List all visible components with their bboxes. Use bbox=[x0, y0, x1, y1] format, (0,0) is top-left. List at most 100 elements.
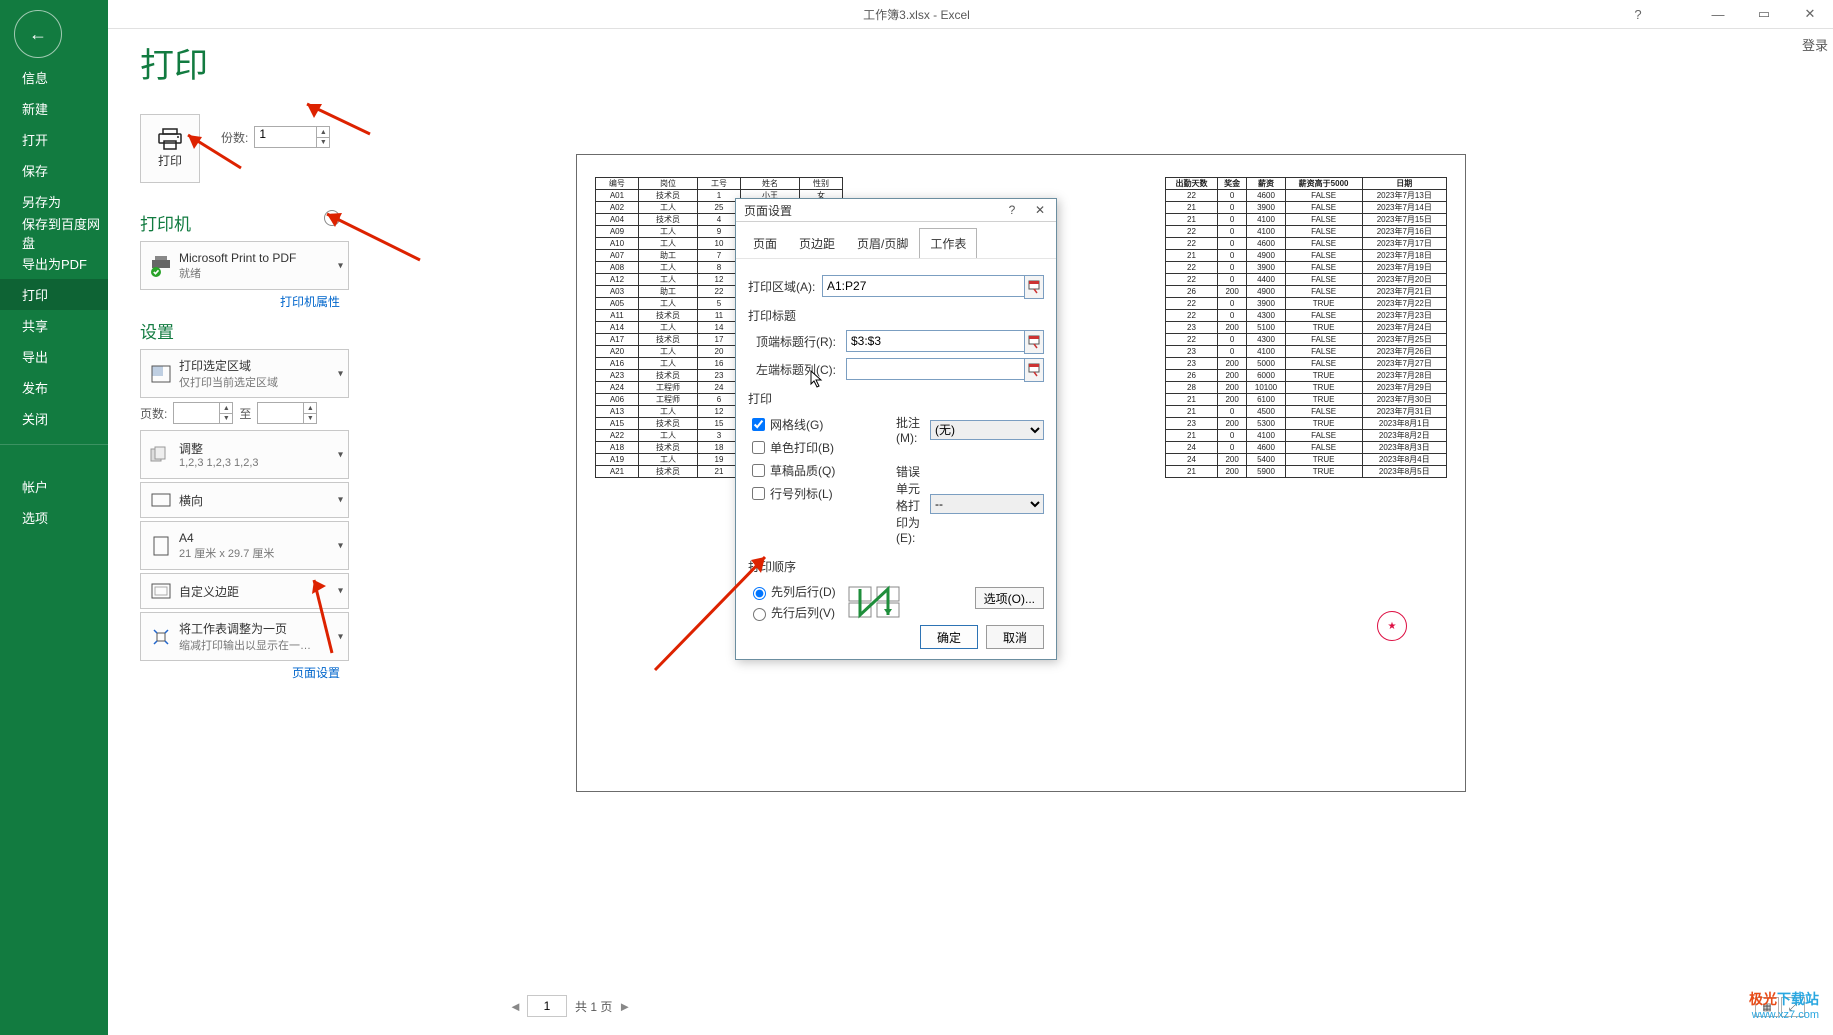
sidebar-item-0[interactable]: 信息 bbox=[0, 62, 108, 93]
watermark-url: www.xz7.com bbox=[1749, 1009, 1819, 1021]
print-button-label: 打印 bbox=[158, 152, 182, 169]
print-settings-column: 打印 bbox=[140, 114, 340, 183]
sidebar-item-2[interactable]: 打开 bbox=[0, 124, 108, 155]
ok-button[interactable]: 确定 bbox=[920, 625, 978, 649]
minimize-button[interactable]: — bbox=[1695, 0, 1741, 28]
sidebar-item-account[interactable]: 帐户 bbox=[0, 471, 108, 502]
sidebar-item-7[interactable]: 打印 bbox=[0, 279, 108, 310]
pages-to-input[interactable]: ▲▼ bbox=[257, 402, 317, 424]
dialog-tab-2[interactable]: 页眉/页脚 bbox=[846, 228, 919, 258]
stamp-icon: ★ bbox=[1377, 611, 1407, 641]
landscape-icon bbox=[147, 486, 175, 514]
back-button[interactable]: ← bbox=[14, 10, 62, 58]
sidebar-item-9[interactable]: 导出 bbox=[0, 341, 108, 372]
current-page-input[interactable] bbox=[527, 995, 567, 1017]
range-ref-icon bbox=[1028, 363, 1040, 377]
copies-spinner[interactable]: 1 ▲ ▼ bbox=[254, 126, 330, 148]
pages-to-label: 至 bbox=[239, 405, 251, 422]
print-area-dropdown[interactable]: 打印选定区域 仅打印当前选定区域 ▾ bbox=[140, 349, 349, 398]
print-button[interactable]: 打印 bbox=[140, 114, 200, 183]
comments-select[interactable]: (无) bbox=[930, 420, 1044, 440]
pages-from-input[interactable]: ▲▼ bbox=[173, 402, 233, 424]
range-picker-button[interactable] bbox=[1024, 358, 1044, 382]
page-setup-dialog: 页面设置 ? ✕ 页面页边距页眉/页脚工作表 打印区域(A): 打印标题 顶端标… bbox=[735, 198, 1057, 660]
comments-label: 批注(M): bbox=[896, 414, 930, 445]
cancel-button[interactable]: 取消 bbox=[986, 625, 1044, 649]
sidebar-item-4[interactable]: 另存为 bbox=[0, 186, 108, 217]
dialog-tabs: 页面页边距页眉/页脚工作表 bbox=[736, 222, 1056, 259]
sidebar-item-11[interactable]: 关闭 bbox=[0, 403, 108, 434]
sidebar-item-6[interactable]: 导出为PDF bbox=[0, 248, 108, 279]
dialog-tab-3[interactable]: 工作表 bbox=[919, 228, 977, 258]
dialog-titlebar: 页面设置 ? ✕ bbox=[736, 199, 1056, 222]
order-down-radio[interactable] bbox=[753, 587, 766, 600]
restore-button[interactable]: ▭ bbox=[1741, 0, 1787, 28]
info-icon[interactable]: i bbox=[324, 210, 340, 226]
page-icon bbox=[147, 532, 175, 560]
watermark-text: 极光下载站 bbox=[1749, 989, 1819, 1009]
printer-dropdown[interactable]: Microsoft Print to PDF 就绪 ▾ bbox=[140, 241, 349, 290]
spinner-down-icon[interactable]: ▼ bbox=[219, 413, 232, 423]
page-title: 打印 bbox=[140, 38, 208, 87]
copies-label: 份数: bbox=[221, 129, 248, 146]
rowcol-label: 行号列标(L) bbox=[770, 485, 833, 502]
paper-dropdown[interactable]: A4 21 厘米 x 29.7 厘米 ▾ bbox=[140, 521, 349, 570]
sidebar-item-10[interactable]: 发布 bbox=[0, 372, 108, 403]
draft-label: 草稿品质(Q) bbox=[770, 462, 835, 479]
copies-field: 份数: 1 ▲ ▼ bbox=[221, 126, 330, 148]
top-rows-label: 顶端标题行(R): bbox=[756, 333, 846, 350]
fit-page-icon bbox=[147, 623, 175, 651]
sidebar-item-options[interactable]: 选项 bbox=[0, 502, 108, 533]
chevron-down-icon: ▾ bbox=[338, 449, 343, 460]
print-order-heading: 打印顺序 bbox=[748, 558, 1044, 575]
printer-status: 就绪 bbox=[179, 265, 296, 281]
sidebar-item-3[interactable]: 保存 bbox=[0, 155, 108, 186]
settings-heading: 设置 bbox=[140, 318, 340, 343]
chevron-down-icon: ▾ bbox=[338, 540, 343, 551]
title-bar: 工作簿3.xlsx - Excel ? — ▭ ✕ bbox=[0, 0, 1833, 29]
sidebar-item-8[interactable]: 共享 bbox=[0, 310, 108, 341]
order-over-radio[interactable] bbox=[753, 608, 766, 621]
page-range-fields: 页数: ▲▼ 至 ▲▼ bbox=[140, 402, 340, 424]
prev-page-button[interactable]: ◄ bbox=[503, 996, 523, 1016]
rowcol-checkbox[interactable] bbox=[752, 487, 765, 500]
help-icon[interactable]: ? bbox=[1623, 0, 1653, 28]
margins-dropdown[interactable]: 自定义边距 ▾ bbox=[140, 573, 349, 609]
order-over-label: 先行后列(V) bbox=[771, 604, 835, 621]
dialog-body: 打印区域(A): 打印标题 顶端标题行(R): 左端标题列(C): 打印 网格线… bbox=[736, 259, 1056, 635]
sidebar-item-1[interactable]: 新建 bbox=[0, 93, 108, 124]
page-setup-link[interactable]: 页面设置 bbox=[140, 664, 340, 681]
gridlines-label: 网格线(G) bbox=[770, 416, 823, 433]
total-pages-label: 共 1 页 bbox=[575, 998, 612, 1015]
range-picker-button[interactable] bbox=[1024, 275, 1044, 299]
spinner-down-icon[interactable]: ▼ bbox=[303, 413, 316, 423]
bw-checkbox[interactable] bbox=[752, 441, 765, 454]
left-cols-input[interactable] bbox=[846, 358, 1044, 380]
close-button[interactable]: ✕ bbox=[1787, 0, 1833, 28]
range-picker-button[interactable] bbox=[1024, 330, 1044, 354]
printer-properties-link[interactable]: 打印机属性 bbox=[140, 293, 340, 310]
back-arrow-icon: ← bbox=[29, 24, 47, 45]
dialog-help-button[interactable]: ? bbox=[998, 200, 1026, 220]
dialog-tab-1[interactable]: 页边距 bbox=[788, 228, 846, 258]
chevron-down-icon: ▾ bbox=[338, 495, 343, 506]
scaling-dropdown[interactable]: 将工作表调整为一页 缩减打印输出以显示在一… ▾ bbox=[140, 612, 349, 661]
sidebar-item-5[interactable]: 保存到百度网盘 bbox=[0, 217, 108, 248]
next-page-button[interactable]: ► bbox=[612, 996, 632, 1016]
orientation-dropdown[interactable]: 横向 ▾ bbox=[140, 482, 349, 518]
collate-dropdown[interactable]: 调整 1,2,3 1,2,3 1,2,3 ▾ bbox=[140, 430, 349, 479]
dialog-options-button[interactable]: 选项(O)... bbox=[975, 587, 1044, 609]
print-area-input[interactable] bbox=[822, 275, 1044, 297]
errors-select[interactable]: -- bbox=[930, 494, 1044, 514]
gridlines-checkbox[interactable] bbox=[752, 418, 765, 431]
window-controls: — ▭ ✕ bbox=[1695, 0, 1833, 28]
draft-checkbox[interactable] bbox=[752, 464, 765, 477]
spinner-down-icon[interactable]: ▼ bbox=[316, 137, 329, 147]
dialog-tab-0[interactable]: 页面 bbox=[742, 228, 788, 258]
printer-name: Microsoft Print to PDF bbox=[179, 251, 296, 265]
range-ref-icon bbox=[1028, 335, 1040, 349]
print-options-heading: 打印 bbox=[748, 390, 1044, 407]
preview-table-right: 出勤天数奖金薪资薪资高于5000日期2204600FALSE2023年7月13日… bbox=[1165, 177, 1447, 478]
top-rows-input[interactable] bbox=[846, 330, 1044, 352]
dialog-close-button[interactable]: ✕ bbox=[1026, 200, 1054, 220]
